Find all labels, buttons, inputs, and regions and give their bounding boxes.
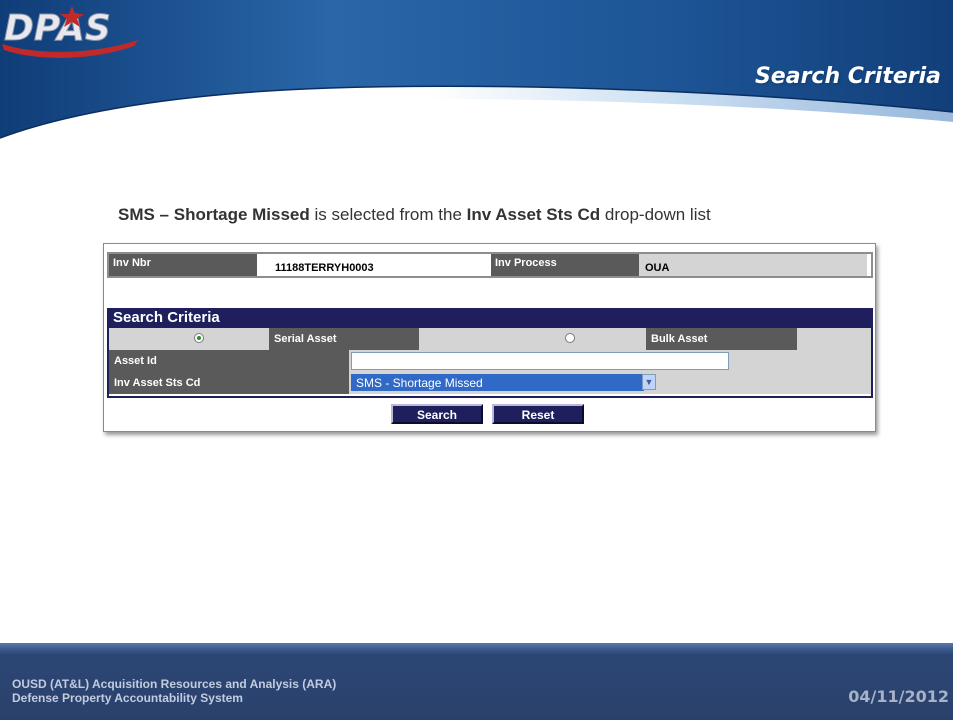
- asset-type-row: Serial Asset Bulk Asset: [109, 328, 871, 350]
- search-criteria-body: Serial Asset Bulk Asset Asset Id Inv Ass…: [107, 328, 873, 398]
- search-criteria-title: Search Criteria: [107, 308, 873, 328]
- caption-option-name: SMS – Shortage Missed: [118, 205, 310, 224]
- inv-process-value: OUA: [639, 254, 867, 276]
- serial-asset-radio[interactable]: [194, 333, 204, 343]
- search-panel: Inv Nbr 11188TERRYH0003 Inv Process OUA …: [103, 243, 876, 432]
- inventory-info-row: Inv Nbr 11188TERRYH0003 Inv Process OUA: [107, 252, 873, 278]
- footer-org-line-2: Defense Property Accountability System: [12, 691, 243, 705]
- instruction-caption: SMS – Shortage Missed is selected from t…: [118, 205, 878, 225]
- footer-org-line-1: OUSD (AT&L) Acquisition Resources and An…: [12, 677, 337, 691]
- inv-asset-sts-cd-select[interactable]: SMS - Shortage Missed: [351, 374, 644, 391]
- inv-asset-sts-row: Inv Asset Sts Cd SMS - Shortage Missed ▼: [109, 372, 871, 394]
- search-button[interactable]: Search: [391, 404, 483, 424]
- footer-organization: OUSD (AT&L) Acquisition Resources and An…: [12, 677, 336, 705]
- caption-text-1: is selected from the: [309, 205, 467, 224]
- inv-nbr-value: 11188TERRYH0003: [257, 254, 491, 276]
- asset-id-row: Asset Id: [109, 350, 871, 372]
- bulk-asset-label: Bulk Asset: [646, 328, 797, 350]
- row-filler: [797, 328, 871, 350]
- slide-header: DPAS Search Criteria: [0, 0, 953, 150]
- inv-nbr-label: Inv Nbr: [109, 254, 257, 276]
- logo-text: DPAS: [4, 8, 111, 49]
- caption-field-name: Inv Asset Sts Cd: [466, 205, 601, 224]
- bulk-asset-radio[interactable]: [565, 333, 575, 343]
- slide-footer: OUSD (AT&L) Acquisition Resources and An…: [0, 643, 953, 720]
- asset-id-input[interactable]: [351, 352, 729, 370]
- asset-id-label: Asset Id: [109, 350, 349, 372]
- serial-radio-cell: [109, 328, 269, 350]
- caption-text-2: drop-down list: [600, 205, 711, 224]
- bulk-radio-cell: [419, 328, 646, 350]
- serial-asset-label: Serial Asset: [269, 328, 419, 350]
- dpas-logo: DPAS: [2, 6, 138, 58]
- inv-process-label: Inv Process: [491, 254, 639, 276]
- chevron-down-icon[interactable]: ▼: [642, 374, 656, 390]
- inv-asset-sts-cd-label: Inv Asset Sts Cd: [109, 372, 349, 394]
- reset-button[interactable]: Reset: [492, 404, 584, 424]
- section-title: Search Criteria: [754, 64, 941, 89]
- footer-date: 04/11/2012: [848, 687, 949, 706]
